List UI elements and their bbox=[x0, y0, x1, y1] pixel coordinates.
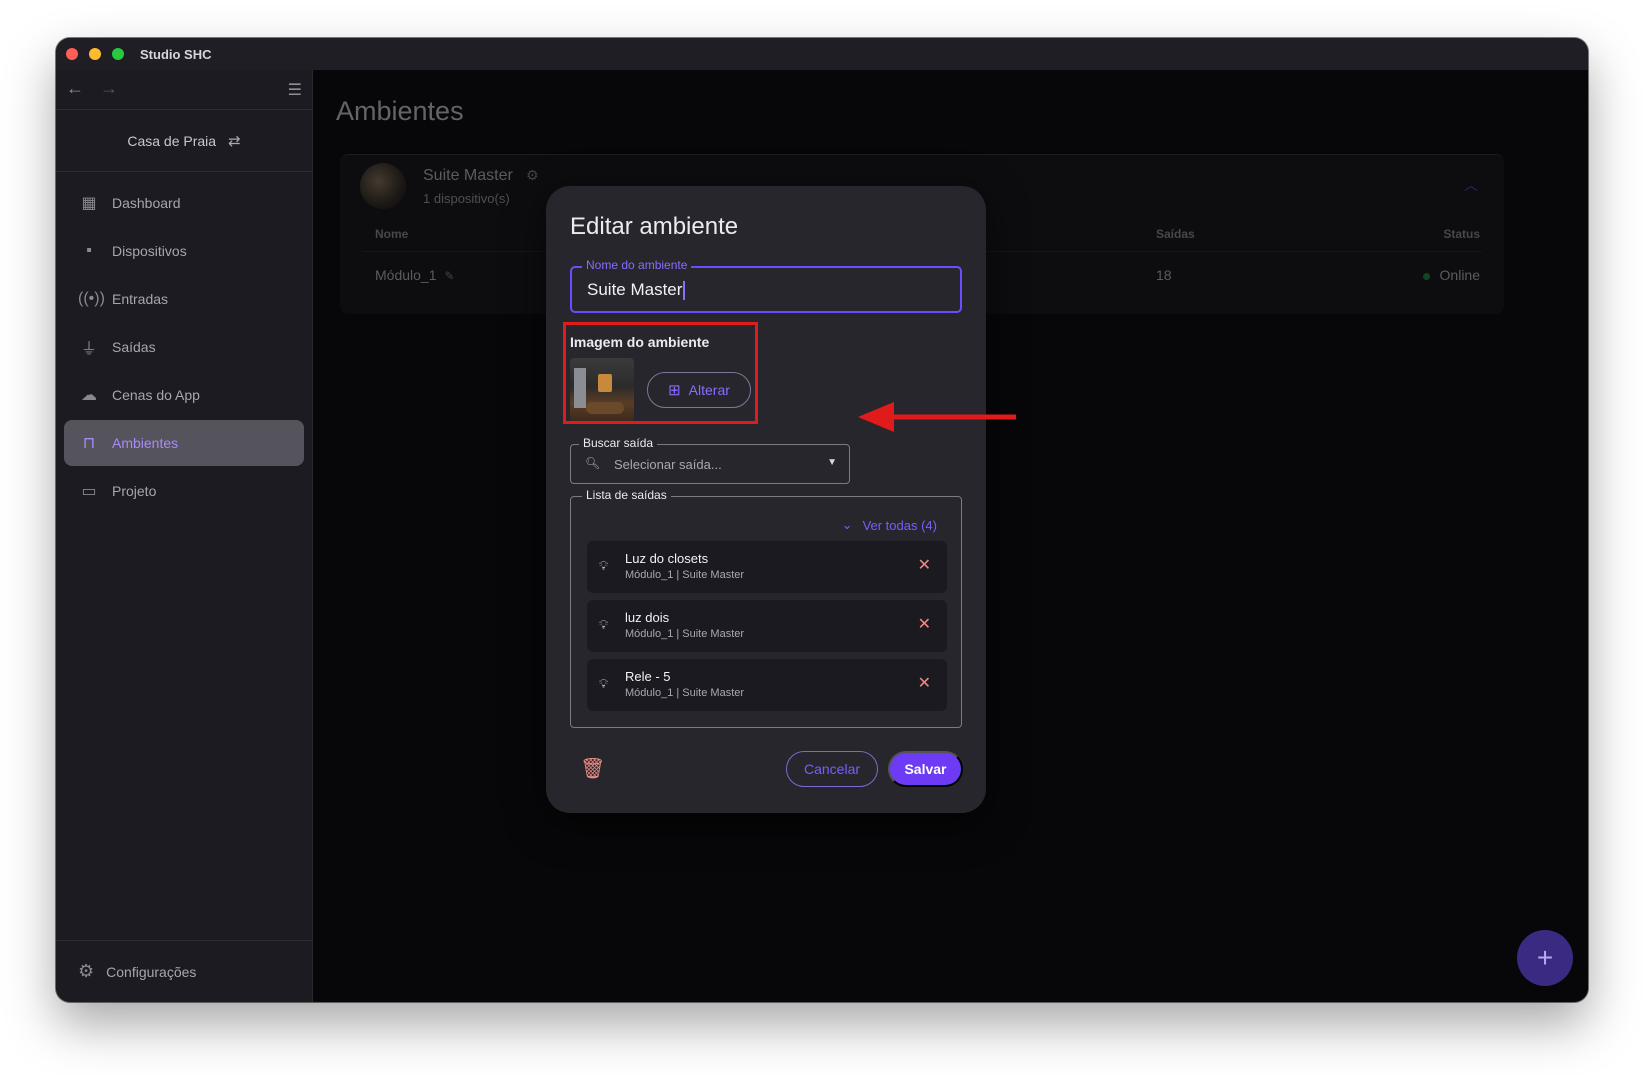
annotation-arrow-icon bbox=[858, 402, 1016, 432]
door-icon: ⊓ bbox=[82, 435, 96, 452]
broadcast-icon: ((•)) bbox=[78, 290, 105, 307]
list-item: 💡︎ luz dois Módulo_1 | Suite Master ✕ bbox=[587, 600, 947, 652]
sidebar-item-label: Projeto bbox=[112, 483, 157, 499]
thumbnail-window bbox=[574, 368, 586, 408]
sidebar-item-projeto[interactable]: ▭ Projeto bbox=[64, 468, 304, 514]
sidebar-item-dispositivos[interactable]: ▪ Dispositivos bbox=[64, 228, 304, 274]
list-item: 💡︎ Luz do closets Módulo_1 | Suite Maste… bbox=[587, 541, 947, 593]
lightbulb-icon: 💡︎ bbox=[599, 617, 609, 632]
dropdown-arrow-icon[interactable]: ▼ bbox=[827, 457, 837, 468]
search-output-label: Buscar saída bbox=[579, 436, 658, 450]
gear-icon: ⚙ bbox=[78, 961, 95, 981]
output-subtitle: Módulo_1 | Suite Master bbox=[625, 687, 745, 699]
add-fab-button[interactable]: + bbox=[1517, 930, 1573, 986]
output-name: Luz do closets bbox=[625, 551, 709, 566]
edit-room-dialog: Editar ambiente Nome do ambiente Suite M… bbox=[546, 186, 986, 813]
window-title: Studio SHC bbox=[140, 47, 212, 62]
sidebar-item-cenas[interactable]: ☁ Cenas do App bbox=[64, 372, 304, 418]
sidebar-item-entradas[interactable]: ((•)) Entradas bbox=[64, 276, 304, 322]
text-caret bbox=[683, 281, 686, 301]
search-output-placeholder: Selecionar saída... bbox=[614, 457, 722, 472]
output-name: luz dois bbox=[625, 610, 670, 625]
sidebar-item-label: Dashboard bbox=[112, 195, 181, 211]
output-subtitle: Módulo_1 | Suite Master bbox=[625, 628, 745, 640]
collapse-sidebar-icon[interactable]: ☰ bbox=[288, 80, 302, 100]
output-subtitle: Módulo_1 | Suite Master bbox=[625, 569, 745, 581]
forward-arrow-icon[interactable]: → bbox=[100, 78, 118, 99]
sidebar-item-label: Configurações bbox=[106, 963, 197, 980]
see-all-label: Ver todas (4) bbox=[862, 517, 937, 533]
back-arrow-icon[interactable]: ← bbox=[66, 78, 84, 99]
dashboard-icon: ▦ bbox=[81, 195, 97, 212]
close-window-button[interactable] bbox=[66, 48, 78, 60]
swap-icon: ⇄ bbox=[228, 132, 241, 150]
trash-icon[interactable]: 🗑︎ bbox=[580, 756, 605, 781]
chevron-down-icon: ⌄ bbox=[841, 517, 853, 532]
cloud-icon: ☁ bbox=[81, 387, 97, 404]
plus-icon: + bbox=[1536, 942, 1554, 973]
project-switcher[interactable]: Casa de Praia ⇄ bbox=[56, 110, 312, 172]
devices-icon: ▪ bbox=[86, 242, 92, 259]
sidebar-item-label: Saídas bbox=[112, 339, 156, 355]
thumbnail-bed bbox=[586, 402, 624, 414]
room-name-field-label: Nome do ambiente bbox=[582, 258, 692, 272]
sidebar: ← → ☰ Casa de Praia ⇄ ▦ Dashboard ▪ Disp… bbox=[56, 70, 313, 1002]
room-name-field[interactable]: Nome do ambiente Suite Master bbox=[570, 258, 962, 313]
remove-output-close-icon[interactable]: ✕ bbox=[918, 614, 931, 634]
change-image-label: Alterar bbox=[688, 382, 730, 398]
sidebar-item-label: Dispositivos bbox=[112, 243, 187, 259]
see-all-outputs-button[interactable]: ⌄ Ver todas (4) bbox=[842, 517, 937, 533]
cancel-button[interactable]: Cancelar bbox=[786, 751, 878, 787]
dialog-title: Editar ambiente bbox=[570, 213, 739, 240]
room-image-thumbnail bbox=[570, 358, 634, 422]
room-image-label: Imagem do ambiente bbox=[570, 334, 710, 350]
sidebar-menu: ▦ Dashboard ▪ Dispositivos ((•)) Entrada… bbox=[64, 180, 304, 516]
sidebar-item-dashboard[interactable]: ▦ Dashboard bbox=[64, 180, 304, 226]
add-photo-icon: ⊞ bbox=[668, 382, 681, 399]
sidebar-item-ambientes[interactable]: ⊓ Ambientes bbox=[64, 420, 304, 466]
sidebar-item-configuracoes[interactable]: ⚙ Configurações bbox=[56, 940, 312, 1002]
lightbulb-icon: 💡︎ bbox=[599, 558, 609, 573]
outputs-list-label: Lista de saídas bbox=[582, 488, 671, 502]
search-output-select[interactable]: Buscar saída 🔍︎ Selecionar saída... ▼ bbox=[570, 436, 850, 484]
outputs-list: Lista de saídas ⌄ Ver todas (4) 💡︎ Luz d… bbox=[570, 488, 962, 728]
folder-icon: ▭ bbox=[81, 483, 97, 500]
sidebar-nav-bar: ← → ☰ bbox=[56, 70, 312, 110]
minimize-window-button[interactable] bbox=[89, 48, 101, 60]
sidebar-item-label: Entradas bbox=[112, 291, 169, 307]
list-item: 💡︎ Rele - 5 Módulo_1 | Suite Master ✕ bbox=[587, 659, 947, 711]
thumbnail-lamp bbox=[598, 374, 612, 392]
remove-output-close-icon[interactable]: ✕ bbox=[918, 555, 931, 575]
plug-icon: ⏚ bbox=[80, 341, 97, 358]
save-button[interactable]: Salvar bbox=[888, 751, 963, 787]
change-image-button[interactable]: ⊞ Alterar bbox=[647, 372, 751, 408]
title-bar: Studio SHC bbox=[56, 38, 1588, 70]
sidebar-item-label: Cenas do App bbox=[112, 387, 200, 403]
room-name-input-value[interactable]: Suite Master bbox=[587, 280, 686, 301]
lightbulb-icon: 💡︎ bbox=[599, 676, 609, 691]
search-icon: 🔍︎ bbox=[585, 456, 601, 470]
sidebar-item-label: Ambientes bbox=[112, 435, 179, 451]
output-name: Rele - 5 bbox=[625, 669, 671, 684]
room-name-input-text: Suite Master bbox=[587, 280, 683, 299]
remove-output-close-icon[interactable]: ✕ bbox=[918, 673, 931, 693]
sidebar-item-saidas[interactable]: ⏚ Saídas bbox=[64, 324, 304, 370]
project-name: Casa de Praia bbox=[127, 132, 217, 149]
maximize-window-button[interactable] bbox=[112, 48, 124, 60]
